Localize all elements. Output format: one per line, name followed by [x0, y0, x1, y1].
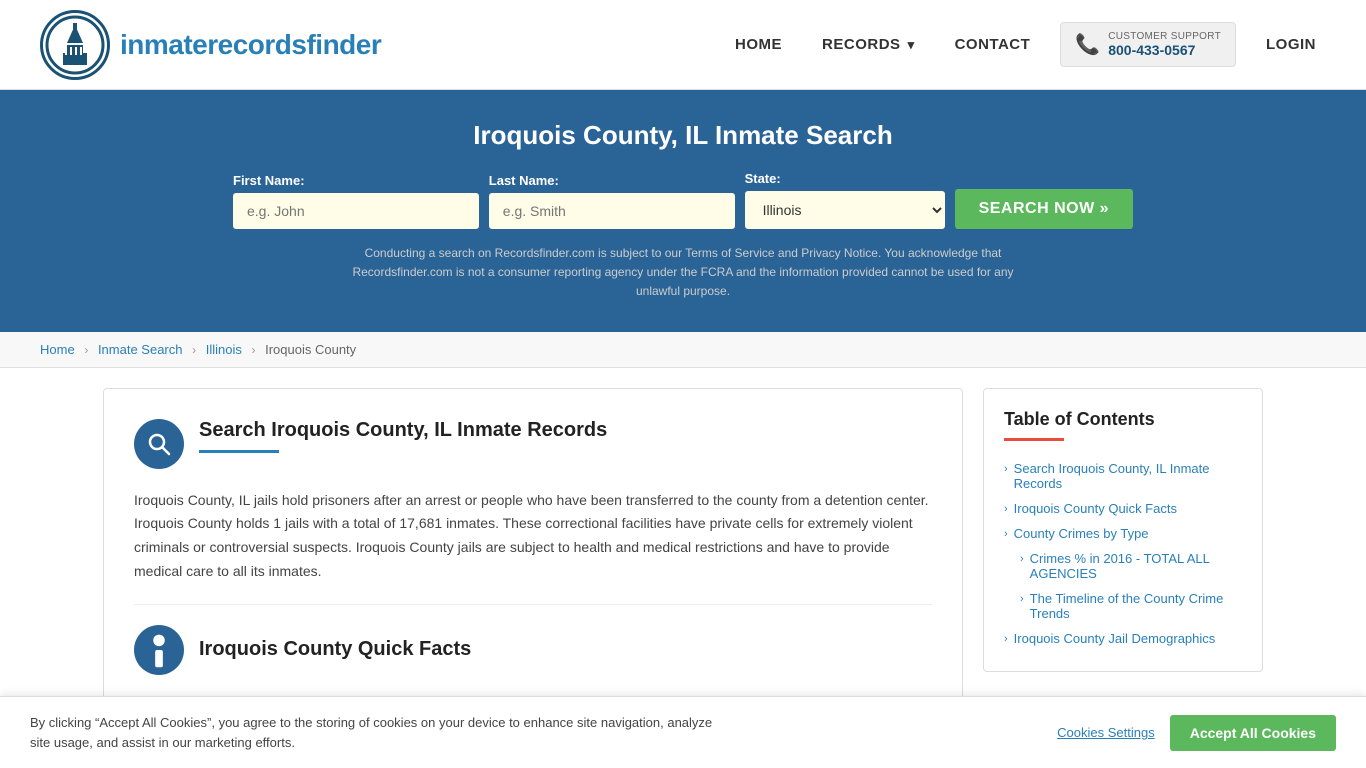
cookie-banner: By clicking “Accept All Cookies”, you ag…: [0, 696, 1366, 768]
content-area: Search Iroquois County, IL Inmate Record…: [103, 388, 963, 706]
hero-section: Iroquois County, IL Inmate Search First …: [0, 90, 1366, 332]
quick-facts-header: Iroquois County Quick Facts: [134, 625, 932, 675]
toc-item-1: › Search Iroquois County, IL Inmate Reco…: [1004, 456, 1242, 496]
section-1-header: Search Iroquois County, IL Inmate Record…: [134, 419, 932, 469]
section-1-underline: [199, 450, 279, 453]
toc-link-4[interactable]: › Crimes % in 2016 - TOTAL ALL AGENCIES: [1020, 551, 1242, 581]
hero-disclaimer: Conducting a search on Recordsfinder.com…: [333, 244, 1033, 302]
last-name-input[interactable]: [489, 193, 735, 229]
toc-chevron-6: ›: [1004, 633, 1008, 645]
records-chevron-icon: [905, 36, 915, 53]
main-nav: HOME RECORDS CONTACT 📞 CUSTOMER SUPPORT …: [725, 22, 1326, 67]
phone-icon: 📞: [1075, 32, 1100, 57]
search-form: First Name: Last Name: State: Illinois A…: [233, 171, 1133, 229]
first-name-label: First Name:: [233, 173, 479, 188]
breadcrumb-inmate-search[interactable]: Inmate Search: [98, 342, 183, 357]
support-label: CUSTOMER SUPPORT: [1108, 31, 1221, 42]
section-1-title: Search Iroquois County, IL Inmate Record…: [199, 419, 607, 442]
accept-cookies-button[interactable]: Accept All Cookies: [1170, 715, 1336, 751]
toc-list: › Search Iroquois County, IL Inmate Reco…: [1004, 456, 1242, 651]
toc-chevron-2: ›: [1004, 503, 1008, 515]
toc-item-5: › The Timeline of the County Crime Trend…: [1004, 586, 1242, 626]
search-section-icon: [134, 419, 184, 469]
toc-chevron-4: ›: [1020, 553, 1024, 565]
breadcrumb-illinois[interactable]: Illinois: [206, 342, 242, 357]
toc-title: Table of Contents: [1004, 409, 1242, 430]
toc-link-5[interactable]: › The Timeline of the County Crime Trend…: [1020, 591, 1242, 621]
toc-chevron-5: ›: [1020, 593, 1024, 605]
logo-icon: [40, 10, 110, 80]
first-name-group: First Name:: [233, 173, 479, 229]
state-select[interactable]: Illinois Alabama Alaska Arizona Californ…: [745, 191, 945, 229]
breadcrumb: Home › Inmate Search › Illinois › Iroquo…: [0, 332, 1366, 368]
site-name: inmaterecordsfinder: [120, 29, 381, 61]
site-header: inmaterecordsfinder HOME RECORDS CONTACT…: [0, 0, 1366, 90]
login-button[interactable]: LOGIN: [1256, 31, 1326, 58]
toc-link-1[interactable]: › Search Iroquois County, IL Inmate Reco…: [1004, 461, 1242, 491]
cookie-text: By clicking “Accept All Cookies”, you ag…: [30, 713, 730, 752]
state-label: State:: [745, 171, 945, 186]
toc-item-4: › Crimes % in 2016 - TOTAL ALL AGENCIES: [1004, 546, 1242, 586]
first-name-input[interactable]: [233, 193, 479, 229]
toc-chevron-3: ›: [1004, 528, 1008, 540]
logo-area: inmaterecordsfinder: [40, 10, 381, 80]
breadcrumb-county: Iroquois County: [265, 342, 356, 357]
state-group: State: Illinois Alabama Alaska Arizona C…: [745, 171, 945, 229]
toc-link-2[interactable]: › Iroquois County Quick Facts: [1004, 501, 1242, 516]
support-number: 800-433-0567: [1108, 42, 1221, 58]
toc-underline: [1004, 438, 1064, 441]
page-title: Iroquois County, IL Inmate Search: [40, 120, 1326, 151]
quick-facts-title: Iroquois County Quick Facts: [199, 638, 471, 661]
last-name-label: Last Name:: [489, 173, 735, 188]
toc-chevron-1: ›: [1004, 463, 1008, 475]
toc-item-3: › County Crimes by Type: [1004, 521, 1242, 546]
toc-link-6[interactable]: › Iroquois County Jail Demographics: [1004, 631, 1242, 646]
nav-contact[interactable]: CONTACT: [945, 31, 1041, 58]
section-divider: [134, 604, 932, 605]
breadcrumb-sep-1: ›: [84, 343, 88, 357]
last-name-group: Last Name:: [489, 173, 735, 229]
search-button[interactable]: SEARCH NOW »: [955, 189, 1133, 229]
quick-facts-icon: [134, 625, 184, 675]
sidebar: Table of Contents › Search Iroquois Coun…: [983, 388, 1263, 672]
breadcrumb-sep-2: ›: [192, 343, 196, 357]
nav-records[interactable]: RECORDS: [812, 31, 925, 58]
support-button[interactable]: 📞 CUSTOMER SUPPORT 800-433-0567: [1060, 22, 1236, 67]
nav-home[interactable]: HOME: [725, 31, 792, 58]
cookie-actions: Cookies Settings Accept All Cookies: [1057, 715, 1336, 751]
section-1-text: Iroquois County, IL jails hold prisoners…: [134, 489, 932, 584]
toc-item-6: › Iroquois County Jail Demographics: [1004, 626, 1242, 651]
main-content: Search Iroquois County, IL Inmate Record…: [83, 388, 1283, 706]
toc-link-3[interactable]: › County Crimes by Type: [1004, 526, 1242, 541]
breadcrumb-home[interactable]: Home: [40, 342, 75, 357]
cookies-settings-button[interactable]: Cookies Settings: [1057, 725, 1155, 740]
toc-item-2: › Iroquois County Quick Facts: [1004, 496, 1242, 521]
breadcrumb-sep-3: ›: [251, 343, 255, 357]
